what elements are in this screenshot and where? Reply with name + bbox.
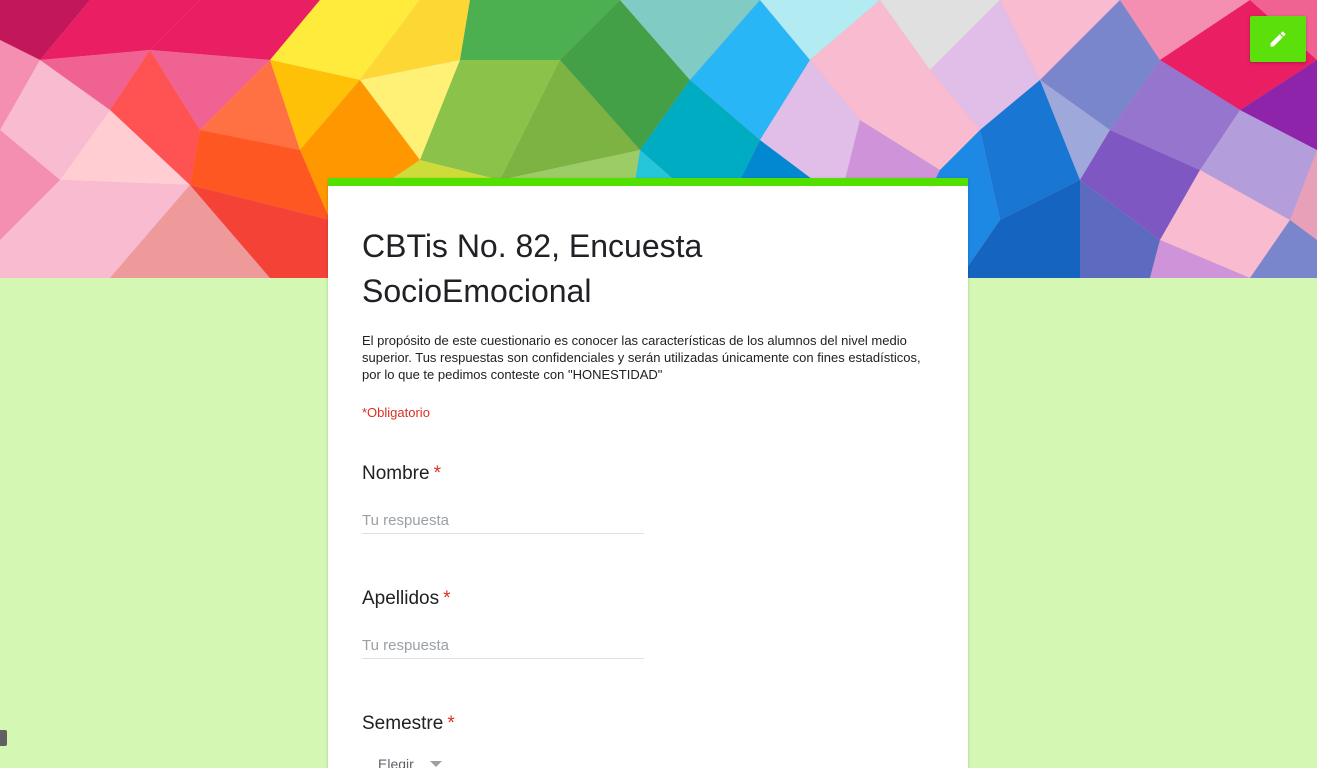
question-label: Semestre [362, 713, 444, 734]
form-card: CBTis No. 82, Encuesta SocioEmocional El… [328, 178, 968, 768]
select-value: Elegir [378, 756, 414, 768]
required-asterisk: * [443, 588, 451, 609]
apellidos-input[interactable] [362, 632, 644, 659]
question-apellidos: Apellidos * [362, 587, 922, 659]
form-page: CBTis No. 82, Encuesta SocioEmocional El… [0, 0, 1317, 768]
required-note: *Obligatorio [362, 405, 430, 420]
semestre-select[interactable]: Elegir [362, 748, 482, 768]
chevron-down-icon [429, 761, 442, 767]
side-handle[interactable] [0, 730, 7, 746]
form-description: El propósito de este cuestionario es con… [362, 333, 921, 382]
required-asterisk: * [433, 463, 441, 484]
question-title: Semestre * [362, 712, 922, 736]
question-semestre: Semestre * Elegir [362, 712, 922, 768]
required-asterisk: * [447, 713, 455, 734]
form-title: CBTis No. 82, Encuesta SocioEmocional [362, 228, 703, 309]
question-title: Nombre * [362, 462, 922, 486]
question-label: Nombre [362, 463, 430, 484]
question-nombre: Nombre * [362, 462, 922, 534]
question-label: Apellidos [362, 588, 440, 609]
pencil-icon [1270, 31, 1286, 47]
question-title: Apellidos * [362, 587, 922, 611]
nombre-input[interactable] [362, 507, 644, 534]
edit-button[interactable] [1250, 16, 1306, 62]
